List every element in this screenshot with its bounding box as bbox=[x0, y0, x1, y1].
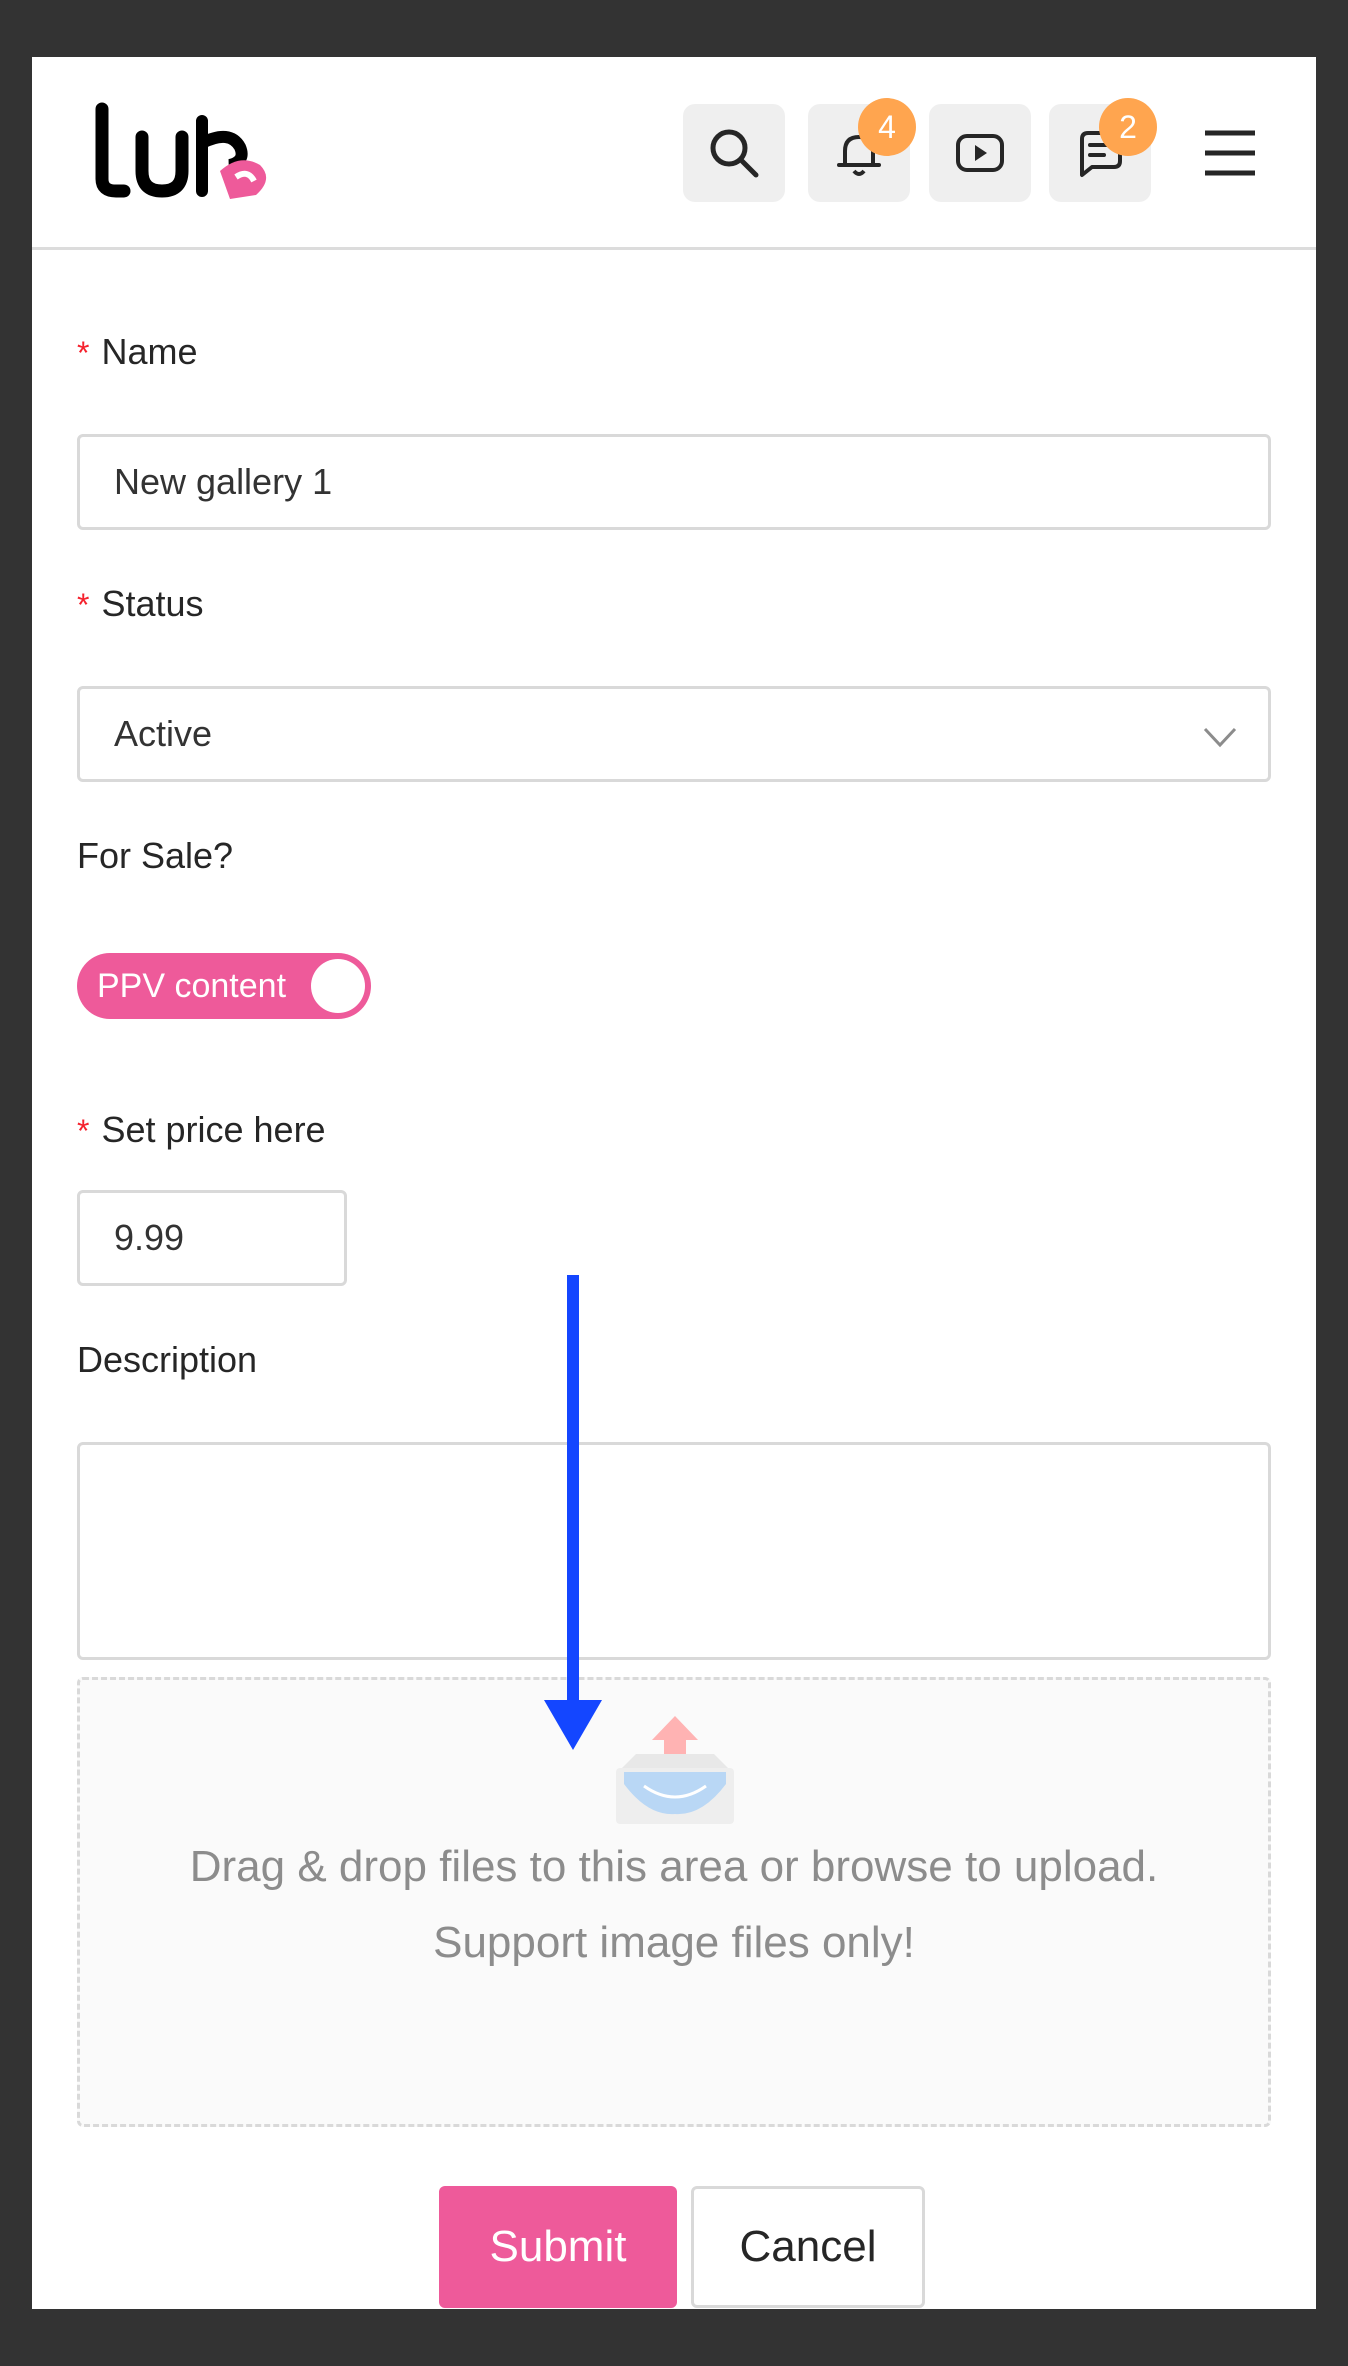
name-input[interactable]: New gallery 1 bbox=[77, 434, 1271, 530]
chevron-down-icon bbox=[1203, 727, 1237, 748]
video-play-icon bbox=[956, 134, 1004, 172]
inbox-upload-icon bbox=[616, 1716, 734, 1824]
messages-count-badge: 2 bbox=[1099, 98, 1157, 156]
upload-instructions-line1: Drag & drop files to this area or browse… bbox=[189, 1842, 1159, 1891]
upload-instructions-line2: Support image files only! bbox=[433, 1918, 915, 1967]
price-input[interactable]: 9.99 bbox=[77, 1190, 347, 1286]
videos-button[interactable] bbox=[929, 104, 1031, 202]
notifications-button[interactable]: 4 bbox=[808, 98, 916, 202]
hamburger-menu-icon[interactable] bbox=[1202, 125, 1258, 181]
status-selected-value: Active bbox=[114, 713, 213, 754]
ppv-content-toggle[interactable]: PPV content bbox=[77, 953, 371, 1019]
page: 4 2 * Name New gallery 1 * Status Active… bbox=[32, 57, 1316, 2309]
description-label: Description bbox=[77, 1339, 258, 1380]
name-label: * Name bbox=[77, 331, 198, 372]
site-logo[interactable] bbox=[90, 99, 280, 209]
status-select[interactable]: Active bbox=[77, 686, 1271, 782]
cancel-button[interactable]: Cancel bbox=[691, 2186, 925, 2308]
notifications-count-badge: 4 bbox=[858, 98, 916, 156]
search-icon bbox=[710, 129, 759, 178]
file-upload-dropzone[interactable]: Drag & drop files to this area or browse… bbox=[77, 1677, 1271, 2127]
required-marker: * bbox=[77, 335, 90, 371]
search-button[interactable] bbox=[683, 104, 785, 202]
status-label: * Status bbox=[77, 583, 204, 624]
required-marker: * bbox=[77, 587, 90, 623]
top-header: 4 2 bbox=[32, 57, 1316, 250]
required-marker: * bbox=[77, 1113, 90, 1149]
toggle-label: PPV content bbox=[97, 966, 287, 1005]
messages-button[interactable]: 2 bbox=[1049, 98, 1157, 202]
description-textarea[interactable] bbox=[77, 1442, 1271, 1660]
for-sale-label: For Sale? bbox=[77, 835, 234, 876]
submit-button[interactable]: Submit bbox=[439, 2186, 677, 2308]
toggle-knob bbox=[311, 959, 365, 1013]
price-label: * Set price here bbox=[77, 1109, 326, 1150]
